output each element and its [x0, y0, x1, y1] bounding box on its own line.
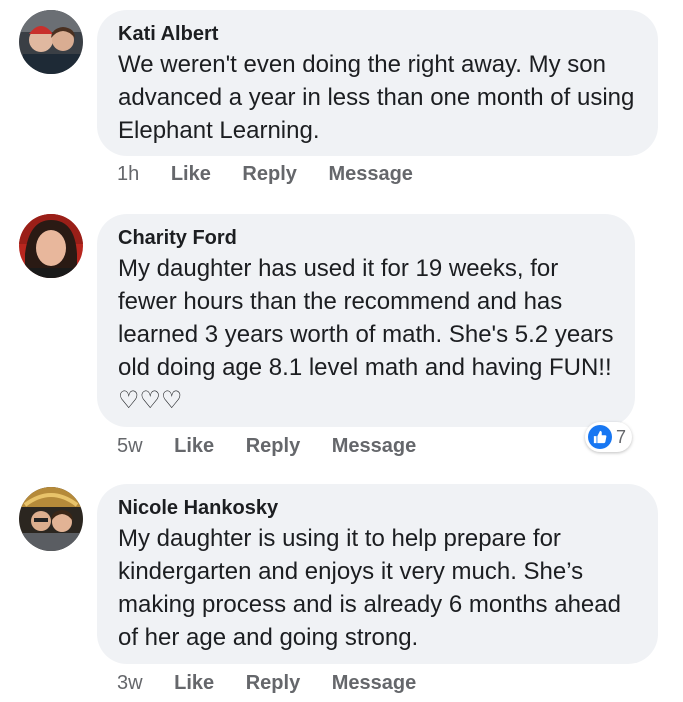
comment-actions: 5w Like Reply Message	[117, 434, 416, 458]
comment-bubble: Charity Ford My daughter has used it for…	[97, 214, 635, 427]
comment-timestamp[interactable]: 5w	[117, 434, 143, 458]
avatar[interactable]	[19, 214, 83, 278]
avatar[interactable]	[19, 10, 83, 74]
like-button[interactable]: Like	[174, 671, 214, 695]
comment-text: My daughter is using it to help prepare …	[118, 525, 621, 651]
like-button[interactable]: Like	[171, 162, 211, 186]
message-button[interactable]: Message	[332, 671, 417, 695]
comment-text: We weren't even doing the right away. My…	[118, 51, 635, 144]
avatar[interactable]	[19, 487, 83, 551]
message-button[interactable]: Message	[332, 434, 417, 458]
message-button[interactable]: Message	[328, 162, 413, 186]
comment-text: My daughter has used it for 19 weeks, fo…	[118, 255, 614, 414]
comment-bubble: Kati Albert We weren't even doing the ri…	[97, 10, 658, 156]
comment-bubble: Nicole Hankosky My daughter is using it …	[97, 484, 658, 664]
comment-actions: 1h Like Reply Message	[117, 162, 413, 186]
comment-author[interactable]: Kati Albert	[118, 22, 638, 46]
like-button[interactable]: Like	[174, 434, 214, 458]
comment-author[interactable]: Nicole Hankosky	[118, 496, 638, 520]
reaction-summary[interactable]: 7	[585, 422, 633, 452]
thumbs-up-icon	[588, 425, 612, 449]
reply-button[interactable]: Reply	[246, 434, 300, 458]
comment-timestamp[interactable]: 3w	[117, 671, 143, 695]
reply-button[interactable]: Reply	[246, 671, 300, 695]
reaction-count: 7	[616, 426, 627, 447]
comment-author[interactable]: Charity Ford	[118, 226, 615, 250]
reply-button[interactable]: Reply	[242, 162, 296, 186]
comment-actions: 3w Like Reply Message	[117, 671, 416, 695]
comment-timestamp[interactable]: 1h	[117, 162, 139, 186]
